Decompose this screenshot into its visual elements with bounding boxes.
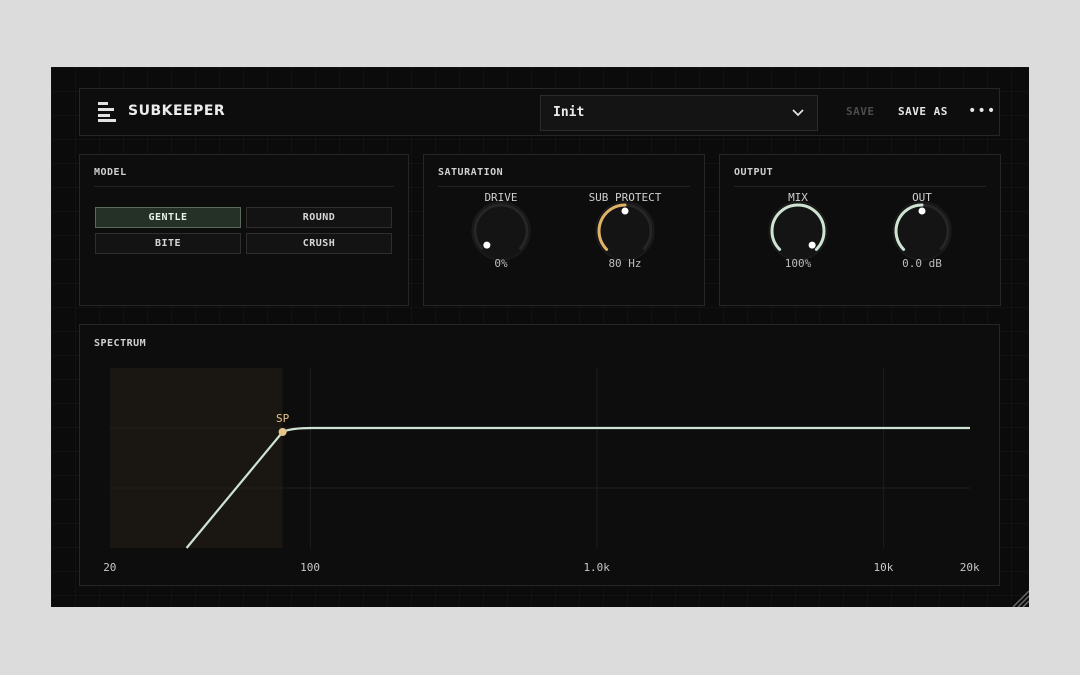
knob-pointer (808, 241, 816, 249)
freq-tick-label: 1.0k (583, 561, 610, 574)
model-panel: MODEL GENTLE ROUND BITE CRUSH (79, 154, 409, 306)
output-title: OUTPUT (734, 167, 774, 178)
sub-protect-region (110, 368, 283, 548)
mix-value: 100% (784, 257, 812, 270)
knob-pointer (483, 241, 491, 249)
sub-protect-knob[interactable] (593, 199, 657, 263)
chevron-down-icon (792, 109, 804, 117)
more-options-icon[interactable]: ••• (968, 103, 996, 119)
freq-tick-label: 10k (873, 561, 894, 574)
spectrum-graph[interactable]: SP (80, 325, 999, 585)
header-bar: SUBKEEPER Init SAVE SAVE AS ••• (79, 88, 1000, 136)
drive-knob[interactable] (469, 199, 533, 263)
model-button-round[interactable]: ROUND (246, 207, 392, 228)
knob-pointer (621, 207, 629, 215)
freq-tick-label: 100 (300, 561, 321, 574)
resize-grip-icon[interactable] (1007, 585, 1029, 607)
plugin-window: SUBKEEPER Init SAVE SAVE AS ••• MODEL GE… (51, 67, 1029, 607)
sub-protect-marker (278, 428, 287, 436)
out-value: 0.0 dB (902, 257, 942, 270)
save-as-button[interactable]: SAVE AS (898, 105, 948, 118)
model-button-bite[interactable]: BITE (95, 233, 241, 254)
saturation-title: SATURATION (438, 167, 504, 178)
sub-protect-value: 80 Hz (608, 257, 642, 270)
model-button-gentle[interactable]: GENTLE (95, 207, 241, 228)
spectrum-panel: SPECTRUM SP 20 100 1.0k 10k 20k (79, 324, 1000, 586)
app-title: SUBKEEPER (128, 103, 226, 119)
model-title: MODEL (94, 167, 127, 178)
mix-knob[interactable] (766, 199, 830, 263)
freq-tick-label: 20k (959, 561, 980, 574)
preset-name: Init (553, 105, 585, 120)
preset-dropdown[interactable]: Init (540, 95, 818, 131)
out-knob[interactable] (890, 199, 954, 263)
saturation-panel: SATURATION DRIVE 0% SUB PROTECT 80 Hz (423, 154, 705, 306)
sub-protect-marker-label: SP (276, 412, 290, 425)
save-button[interactable]: SAVE (846, 105, 875, 118)
knob-pointer (918, 207, 926, 215)
logo-icon (98, 102, 116, 122)
model-button-crush[interactable]: CRUSH (246, 233, 392, 254)
output-panel: OUTPUT MIX 100% OUT 0.0 dB (719, 154, 1001, 306)
freq-tick-label: 20 (103, 561, 117, 574)
drive-value: 0% (494, 257, 508, 270)
